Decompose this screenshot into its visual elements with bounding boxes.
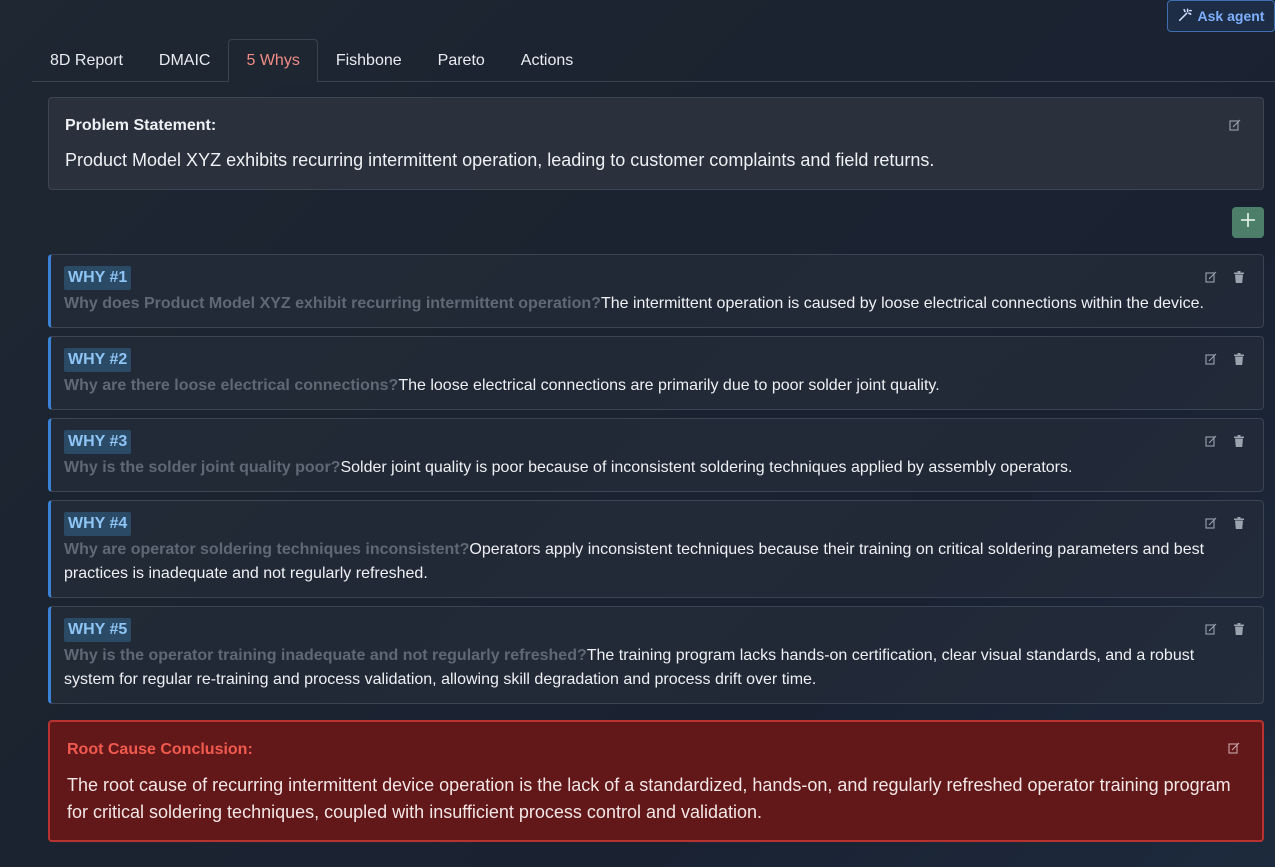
why-question: Why are operator soldering techniques in…: [64, 541, 470, 558]
root-cause-label: Root Cause Conclusion:: [67, 741, 253, 758]
why-answer: The loose electrical connections are pri…: [398, 377, 940, 394]
why-card-2: WHY #2 Why are there loose electrical co…: [48, 336, 1264, 410]
trash-icon: [1233, 516, 1245, 534]
edit-icon: [1228, 741, 1240, 759]
edit-icon: [1205, 352, 1217, 370]
edit-why-button[interactable]: [1203, 623, 1219, 639]
why-body: Why are operator soldering techniques in…: [64, 538, 1249, 586]
why-body: Why are there loose electrical connectio…: [64, 374, 1249, 398]
tab-label: 5 Whys: [246, 52, 300, 69]
why-body: Why does Product Model XYZ exhibit recur…: [64, 292, 1249, 316]
why-badge: WHY #4: [64, 512, 132, 536]
edit-icon: [1205, 270, 1217, 288]
root-cause-card: Root Cause Conclusion: The root cause of…: [48, 720, 1264, 842]
trash-icon: [1233, 270, 1245, 288]
problem-statement-text: Product Model XYZ exhibits recurring int…: [65, 150, 935, 170]
why-card-1: WHY #1 Why does Product Model XYZ exhibi…: [48, 254, 1264, 328]
plus-icon: [1240, 212, 1256, 233]
why-body: Why is the operator training inadequate …: [64, 644, 1249, 692]
edit-why-button[interactable]: [1203, 271, 1219, 287]
delete-why-button[interactable]: [1231, 623, 1247, 639]
why-card-3: WHY #3 Why is the solder joint quality p…: [48, 418, 1264, 492]
tab-label: Fishbone: [335, 51, 402, 69]
edit-icon: [1205, 622, 1217, 640]
root-cause-text: The root cause of recurring intermittent…: [67, 775, 1231, 822]
edit-why-button[interactable]: [1203, 353, 1219, 369]
why-answer: Solder joint quality is poor because of …: [340, 459, 1073, 476]
edit-problem-button[interactable]: [1227, 119, 1243, 135]
edit-why-button[interactable]: [1203, 435, 1219, 451]
delete-why-button[interactable]: [1231, 271, 1247, 287]
edit-icon: [1229, 118, 1241, 136]
tab-label: Pareto: [437, 51, 485, 69]
why-question: Why does Product Model XYZ exhibit recur…: [64, 295, 601, 312]
tab-bar: 8D Report DMAIC 5 Whys Fishbone Pareto A…: [32, 39, 1275, 82]
trash-icon: [1233, 622, 1245, 640]
why-question: Why are there loose electrical connectio…: [64, 377, 399, 394]
problem-statement-card: Problem Statement: Product Model XYZ exh…: [48, 97, 1264, 190]
tab-label: 8D Report: [50, 51, 123, 69]
edit-icon: [1205, 434, 1217, 452]
problem-statement-label: Problem Statement:: [65, 117, 217, 134]
tab-5-whys[interactable]: 5 Whys: [228, 39, 318, 82]
why-badge: WHY #1: [64, 266, 132, 290]
ask-agent-button[interactable]: Ask agent: [1167, 0, 1275, 32]
tab-actions[interactable]: Actions: [503, 39, 591, 81]
why-badge: WHY #3: [64, 430, 132, 454]
tab-label: DMAIC: [158, 51, 211, 69]
why-card-5: WHY #5 Why is the operator training inad…: [48, 606, 1264, 704]
why-answer: The intermittent operation is caused by …: [600, 295, 1204, 312]
ask-agent-label: Ask agent: [1197, 8, 1265, 24]
why-body: Why is the solder joint quality poor?Sol…: [64, 456, 1249, 480]
tab-8d-report[interactable]: 8D Report: [32, 39, 141, 81]
tab-dmaic[interactable]: DMAIC: [141, 39, 229, 81]
trash-icon: [1233, 434, 1245, 452]
edit-why-button[interactable]: [1203, 517, 1219, 533]
delete-why-button[interactable]: [1231, 353, 1247, 369]
why-question: Why is the solder joint quality poor?: [64, 459, 341, 476]
add-why-button[interactable]: [1232, 207, 1264, 238]
tab-pareto[interactable]: Pareto: [420, 39, 503, 81]
edit-icon: [1205, 516, 1217, 534]
edit-root-cause-button[interactable]: [1226, 742, 1242, 758]
why-badge: WHY #5: [64, 618, 132, 642]
why-badge: WHY #2: [64, 348, 132, 372]
why-card-4: WHY #4 Why are operator soldering techni…: [48, 500, 1264, 598]
delete-why-button[interactable]: [1231, 517, 1247, 533]
tab-label: Actions: [520, 51, 574, 69]
magic-wand-icon: [1178, 8, 1192, 25]
trash-icon: [1233, 352, 1245, 370]
delete-why-button[interactable]: [1231, 435, 1247, 451]
tab-fishbone[interactable]: Fishbone: [318, 39, 420, 81]
why-question: Why is the operator training inadequate …: [64, 647, 587, 664]
